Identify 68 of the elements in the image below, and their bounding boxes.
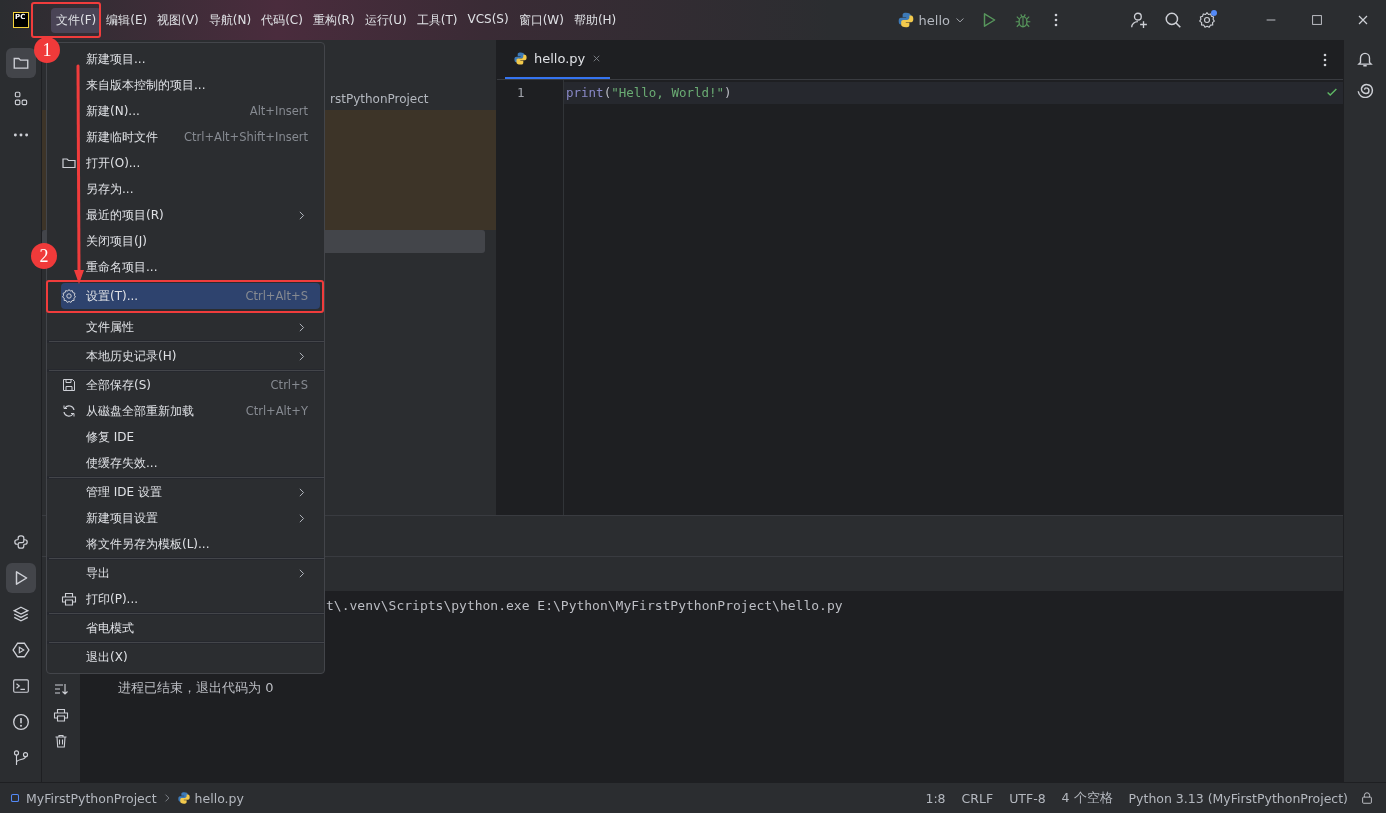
bug-icon[interactable] xyxy=(1014,11,1032,29)
menu-entry[interactable]: 管理 IDE 设置 xyxy=(61,479,320,505)
search-icon[interactable] xyxy=(1164,11,1182,29)
scroll-to-end-icon[interactable] xyxy=(53,681,69,697)
menu-entry[interactable]: 重命名项目... xyxy=(61,254,320,280)
menu-entry[interactable]: 将文件另存为模板(L)... xyxy=(61,531,320,557)
menu-item[interactable]: 帮助(H) xyxy=(568,7,622,33)
menu-entry[interactable]: 省电模式 xyxy=(61,615,320,641)
settings-icon[interactable] xyxy=(1198,11,1216,29)
status-item[interactable]: Python 3.13 (MyFirstPythonProject) xyxy=(1120,790,1356,806)
menu-entry[interactable]: 打开(O)... xyxy=(61,150,320,176)
run-icon[interactable] xyxy=(5,563,36,593)
menu-entry[interactable]: 另存为... xyxy=(61,176,320,202)
menu-entry[interactable]: 修复 IDE xyxy=(61,424,320,450)
menu-entry[interactable]: 退出(X) xyxy=(61,644,320,670)
module-icon xyxy=(8,791,22,805)
save-icon xyxy=(61,377,77,393)
menu-item[interactable]: 视图(V) xyxy=(152,7,204,33)
status-item[interactable]: UTF-8 xyxy=(1001,790,1054,806)
menu-entry[interactable]: 文件属性 xyxy=(61,314,320,340)
line-number: 1 xyxy=(516,84,526,102)
menu-item[interactable]: 运行(U) xyxy=(359,7,412,33)
menu-entry[interactable]: 设置(T)... Ctrl+Alt+S xyxy=(61,283,320,309)
menu-entry[interactable]: 新建项目设置 xyxy=(61,505,320,531)
printer-icon xyxy=(61,591,77,607)
menu-entry[interactable]: 新建项目... xyxy=(61,46,320,72)
menu-entry[interactable]: 打印(P)... xyxy=(61,586,320,612)
menu-item[interactable]: 窗口(W) xyxy=(513,7,569,33)
breadcrumb[interactable]: hello.py xyxy=(194,790,244,806)
notification-dot xyxy=(1211,10,1217,16)
menu-entry[interactable]: 全部保存(S) Ctrl+S xyxy=(61,372,320,398)
highlight-box xyxy=(31,2,101,38)
python-icon xyxy=(513,51,528,66)
menu-item[interactable]: 导航(N) xyxy=(203,7,257,33)
menu-entry[interactable]: 本地历史记录(H) xyxy=(61,343,320,369)
menu-item[interactable]: 重构(R) xyxy=(307,7,360,33)
reload-icon xyxy=(61,403,77,419)
folder-icon[interactable] xyxy=(5,48,36,78)
printer-icon[interactable] xyxy=(53,707,69,723)
editor-tab[interactable]: hello.py xyxy=(505,40,611,79)
menu-item[interactable]: 代码(C) xyxy=(256,7,308,33)
folder-icon xyxy=(61,155,77,171)
status-item[interactable]: CRLF xyxy=(953,790,1002,806)
menu-entry[interactable]: 最近的项目(R) xyxy=(61,202,320,228)
status-item[interactable]: 1:8 xyxy=(917,790,954,806)
menu-item[interactable]: 文件(F) xyxy=(51,7,102,33)
run-config-selector[interactable]: hello xyxy=(890,7,972,33)
console-line: 进程已结束，退出代码为 0 xyxy=(118,679,275,697)
trash-icon[interactable] xyxy=(53,733,69,749)
menu-entry[interactable]: 新建临时文件 Ctrl+Alt+Shift+Insert xyxy=(61,124,320,150)
menu-entry[interactable]: 导出 xyxy=(61,560,320,586)
add-user-icon[interactable] xyxy=(1130,11,1148,29)
settings-icon xyxy=(61,288,77,304)
status-item[interactable]: 4 个空格 xyxy=(1053,789,1121,807)
lock-icon[interactable] xyxy=(1360,791,1374,805)
bell-icon[interactable] xyxy=(1356,50,1374,68)
menu-item[interactable]: VCS(S) xyxy=(462,7,514,33)
console-line: t\.venv\Scripts\python.exe E:\Python\MyFirstPythonProject\hello.py xyxy=(326,597,844,615)
menu-entry[interactable]: 新建(N)... Alt+Insert xyxy=(61,98,320,124)
menu-entry[interactable]: 使缓存失效... xyxy=(61,450,320,476)
breadcrumb[interactable]: MyFirstPythonProject xyxy=(26,790,157,806)
menu-item[interactable]: 编辑(E) xyxy=(101,7,153,33)
menu-item[interactable]: 工具(T) xyxy=(411,7,463,33)
python-icon xyxy=(896,11,915,29)
maximize-icon[interactable] xyxy=(1310,13,1324,27)
menu-entry[interactable]: 来自版本控制的项目... xyxy=(61,72,320,98)
python-icon xyxy=(176,791,191,805)
menu-entry[interactable]: 从磁盘全部重新加载 Ctrl+Alt+Y xyxy=(61,398,320,424)
